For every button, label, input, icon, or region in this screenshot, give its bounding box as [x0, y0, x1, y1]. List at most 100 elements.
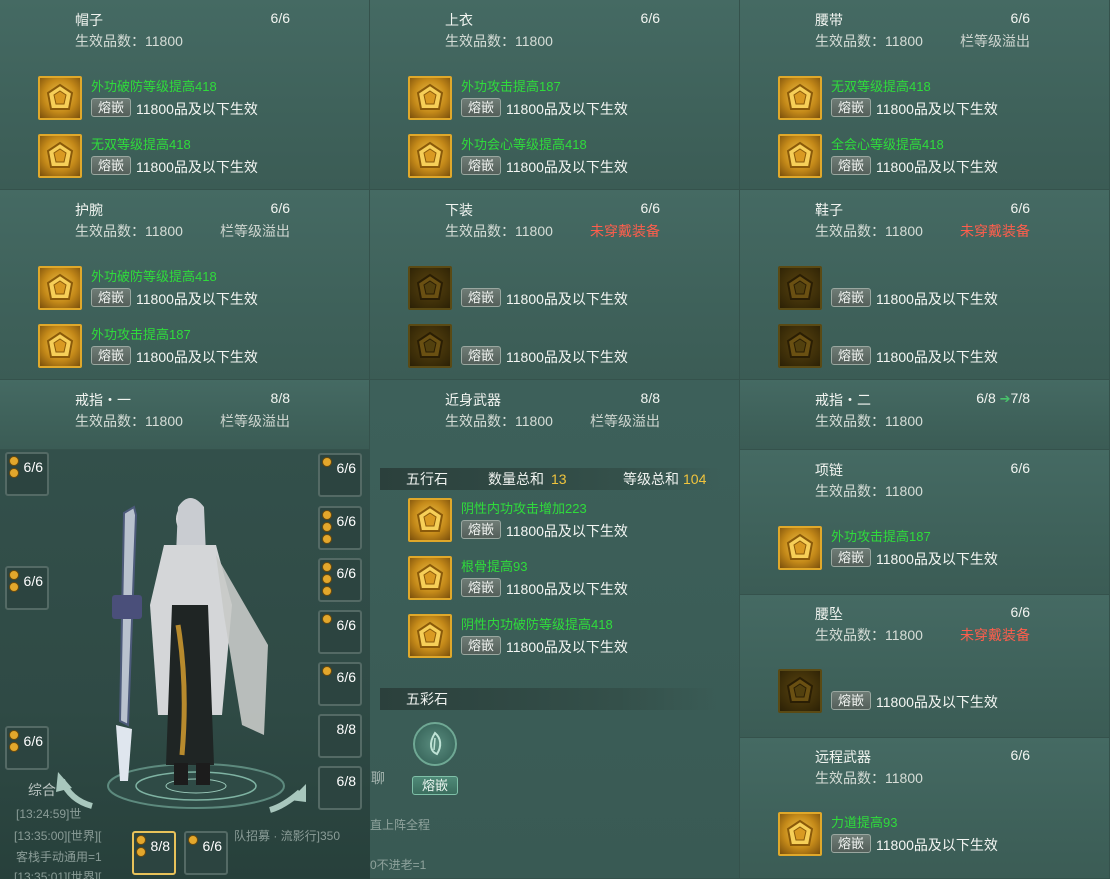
- empty-gem-icon[interactable]: [778, 324, 822, 368]
- equip-slot-right-6[interactable]: 8/8: [318, 714, 362, 758]
- gem-dots-icon: [322, 510, 332, 546]
- equip-slot-right-5[interactable]: 6/6: [318, 662, 362, 706]
- equip-slot-bottom-2[interactable]: 6/6: [184, 831, 228, 875]
- inlay-button[interactable]: 熔嵌: [831, 691, 871, 710]
- panel-header: 腰坠 6/6 生效品数：11800 未穿戴装备: [815, 604, 1030, 643]
- gem-icon[interactable]: [408, 498, 452, 542]
- equip-slot-left-2[interactable]: 6/6: [5, 566, 49, 610]
- gem-slot: 外功攻击提高187 熔嵌 11800品及以下生效: [408, 76, 698, 124]
- quality-text: 生效品数：11800: [75, 413, 183, 429]
- inlay-button[interactable]: 熔嵌: [461, 346, 501, 365]
- inlay-button[interactable]: 熔嵌: [831, 346, 871, 365]
- panel-pendant: 腰坠 6/6 生效品数：11800 未穿戴装备 熔嵌 11800品及以下生效: [740, 595, 1110, 738]
- empty-gem-icon[interactable]: [778, 669, 822, 713]
- slot-name: 戒指・一: [75, 392, 131, 408]
- empty-gem-icon[interactable]: [408, 324, 452, 368]
- slot-count: 6/8: [336, 773, 356, 789]
- empty-gem-icon[interactable]: [408, 266, 452, 310]
- inlay-button[interactable]: 熔嵌: [831, 548, 871, 567]
- wucai-inlay-button[interactable]: 熔嵌: [412, 776, 458, 795]
- equip-slot-right-1[interactable]: 6/6: [318, 453, 362, 497]
- gem-icon[interactable]: [408, 134, 452, 178]
- gem-slot: 外功破防等级提高418 熔嵌 11800品及以下生效: [38, 76, 328, 124]
- slot-count: 6/6: [270, 10, 290, 26]
- gem-requirement: 11800品及以下生效: [876, 101, 998, 117]
- panel-header: 鞋子 6/6 生效品数：11800 未穿戴装备: [815, 200, 1030, 239]
- gem-icon[interactable]: [38, 266, 82, 310]
- gem-name: 阴性内功攻击增加223: [461, 501, 587, 516]
- gem-icon[interactable]: [38, 76, 82, 120]
- count-next: 7/8: [1010, 390, 1030, 406]
- slot-name: 戒指・二: [815, 392, 871, 408]
- status-text: 未穿戴装备: [960, 223, 1030, 239]
- slot-count: 6/6: [336, 460, 356, 476]
- gem-icon[interactable]: [778, 812, 822, 856]
- gem-icon[interactable]: [408, 556, 452, 600]
- gem-icon[interactable]: [38, 324, 82, 368]
- gem-dots-icon: [9, 730, 19, 754]
- inlay-button[interactable]: 熔嵌: [831, 156, 871, 175]
- gem-requirement: 11800品及以下生效: [876, 291, 998, 307]
- character-model: [112, 498, 268, 785]
- gem-dots-icon: [188, 835, 198, 847]
- inlay-button[interactable]: 熔嵌: [461, 578, 501, 597]
- count-current: 6/8: [976, 390, 996, 406]
- gem-name: 阴性内功破防等级提高418: [461, 617, 613, 632]
- inlay-button[interactable]: 熔嵌: [831, 834, 871, 853]
- gem-slot: 外功攻击提高187 熔嵌 11800品及以下生效: [778, 526, 1068, 574]
- inlay-button[interactable]: 熔嵌: [461, 156, 501, 175]
- slot-count: 8/8: [336, 721, 356, 737]
- gem-slot: 阴性内功破防等级提高418 熔嵌 11800品及以下生效: [408, 614, 698, 662]
- gem-requirement: 11800品及以下生效: [136, 159, 258, 175]
- slot-count: 8/8: [150, 838, 170, 854]
- empty-gem-icon[interactable]: [778, 266, 822, 310]
- slot-count: 6/6: [336, 617, 356, 633]
- chat-fragment: 聊: [371, 770, 385, 786]
- gem-requirement: 11800品及以下生效: [136, 349, 258, 365]
- equip-slot-left-3[interactable]: 6/6: [5, 726, 49, 770]
- wucai-title: 五彩石: [406, 691, 448, 707]
- inlay-button[interactable]: 熔嵌: [461, 98, 501, 117]
- gem-icon[interactable]: [408, 76, 452, 120]
- gem-name: 无双等级提高418: [831, 79, 931, 94]
- inlay-button[interactable]: 熔嵌: [91, 98, 131, 117]
- panel-header: 护腕 6/6 生效品数：11800 栏等级溢出: [75, 200, 290, 239]
- inlay-button[interactable]: 熔嵌: [461, 288, 501, 307]
- equip-slot-right-4[interactable]: 6/6: [318, 610, 362, 654]
- slot-count: 6/6: [336, 565, 356, 581]
- gem-name: 全会心等级提高418: [831, 137, 944, 152]
- slot-name: 腰带: [815, 12, 843, 28]
- gem-requirement: 11800品及以下生效: [876, 551, 998, 567]
- gem-icon[interactable]: [778, 134, 822, 178]
- quality-text: 生效品数：11800: [815, 33, 923, 49]
- slot-name: 腰坠: [815, 606, 843, 622]
- inlay-button[interactable]: 熔嵌: [91, 156, 131, 175]
- inlay-button[interactable]: 熔嵌: [461, 520, 501, 539]
- equip-slot-bottom-1[interactable]: 8/8: [132, 831, 176, 875]
- inlay-button[interactable]: 熔嵌: [91, 346, 131, 365]
- equip-slot-left-1[interactable]: 6/6: [5, 452, 49, 496]
- gem-icon[interactable]: [408, 614, 452, 658]
- equip-slot-right-2[interactable]: 6/6: [318, 506, 362, 550]
- gem-requirement: 11800品及以下生效: [876, 694, 998, 710]
- gem-icon[interactable]: [778, 76, 822, 120]
- upgrade-arrow-icon: ➔: [999, 391, 1011, 406]
- chat-fragment: 直上阵全程: [370, 818, 431, 832]
- inlay-button[interactable]: 熔嵌: [831, 288, 871, 307]
- inlay-button[interactable]: 熔嵌: [831, 98, 871, 117]
- slot-count: 6/6: [336, 513, 356, 529]
- gem-requirement: 11800品及以下生效: [506, 101, 628, 117]
- gem-icon[interactable]: [38, 134, 82, 178]
- wucai-stone-slot-icon[interactable]: [413, 722, 457, 766]
- equip-slot-right-7[interactable]: 6/8: [318, 766, 362, 810]
- gem-icon[interactable]: [778, 526, 822, 570]
- inlay-button[interactable]: 熔嵌: [91, 288, 131, 307]
- inlay-button[interactable]: 熔嵌: [461, 636, 501, 655]
- slot-name: 项链: [815, 462, 843, 478]
- gem-name: 力道提高93: [831, 815, 898, 830]
- wuxing-header: 五行石 数量总和 13 等级总和 104: [380, 468, 720, 490]
- quality-text: 生效品数：11800: [75, 223, 183, 239]
- slot-name: 下装: [445, 202, 473, 218]
- slot-count: 6/6: [23, 573, 43, 589]
- equip-slot-right-3[interactable]: 6/6: [318, 558, 362, 602]
